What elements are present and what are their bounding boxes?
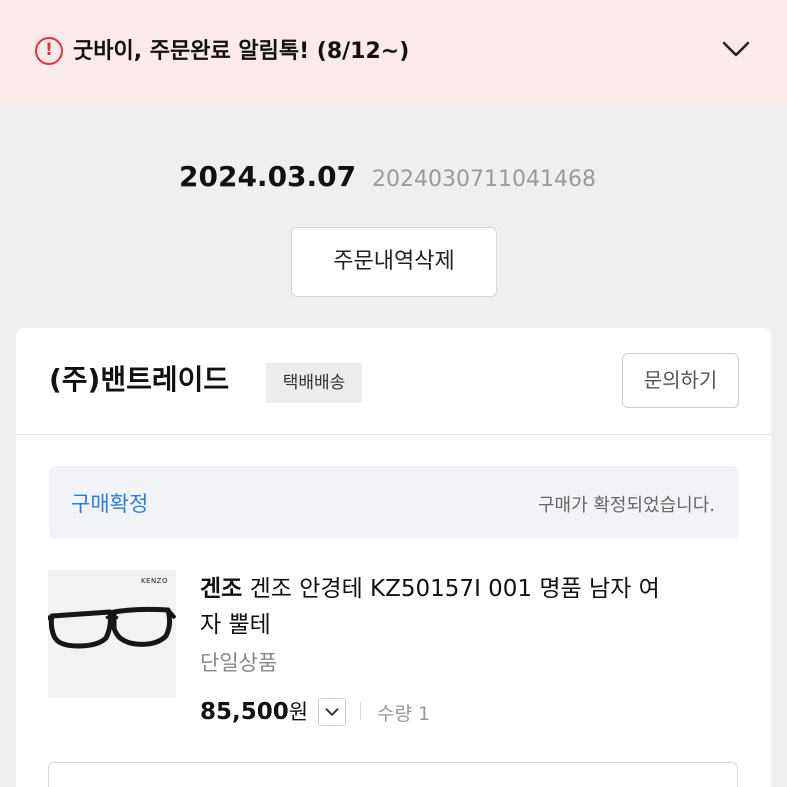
status-label: 구매확정 [71,492,149,516]
product-name: 겐조 안경테 KZ50157I 001 명품 남자 여자 뿔테 [200,576,660,638]
order-number: 2024030711041468 [372,167,596,192]
seller-name[interactable]: (주)밴트레이드 [49,358,229,398]
shipping-tag: 택배배송 [266,363,362,403]
price-value: 85,500 [200,699,289,725]
price-currency: 원 [288,700,309,724]
divider [16,434,771,435]
banner-text: 굿바이, 주문완료 알림톡! (8/12~) [73,39,410,64]
product-brand: 겐조 [200,576,243,602]
status-box: 구매확정 구매가 확정되었습니다. [49,466,739,539]
product-thumbnail[interactable]: KENZO [48,570,176,698]
product-quantity: 수량 1 [377,703,431,725]
inquiry-button[interactable]: 문의하기 [622,353,739,408]
order-card: (주)밴트레이드 택배배송 문의하기 구매확정 구매가 확정되었습니다. KEN… [16,328,771,787]
status-message: 구매가 확정되었습니다. [537,495,715,516]
chevron-down-icon[interactable] [722,38,750,60]
divider [360,702,361,720]
product-title[interactable]: 겐조 겐조 안경테 KZ50157I 001 명품 남자 여자 뿔테 [200,571,680,643]
alert-circle-icon: ! [35,37,63,65]
chevron-down-icon[interactable] [318,698,346,726]
order-date: 2024.03.07 [179,160,357,193]
product-price: 85,500원 [200,696,308,726]
glasses-image [48,606,176,649]
notice-banner[interactable]: ! 굿바이, 주문완료 알림톡! (8/12~) [0,0,787,103]
thumbnail-brand-text: KENZO [140,577,168,585]
product-option: 단일상품 [200,651,278,675]
action-box[interactable] [48,762,738,787]
delete-order-button[interactable]: 주문내역삭제 [291,227,497,297]
